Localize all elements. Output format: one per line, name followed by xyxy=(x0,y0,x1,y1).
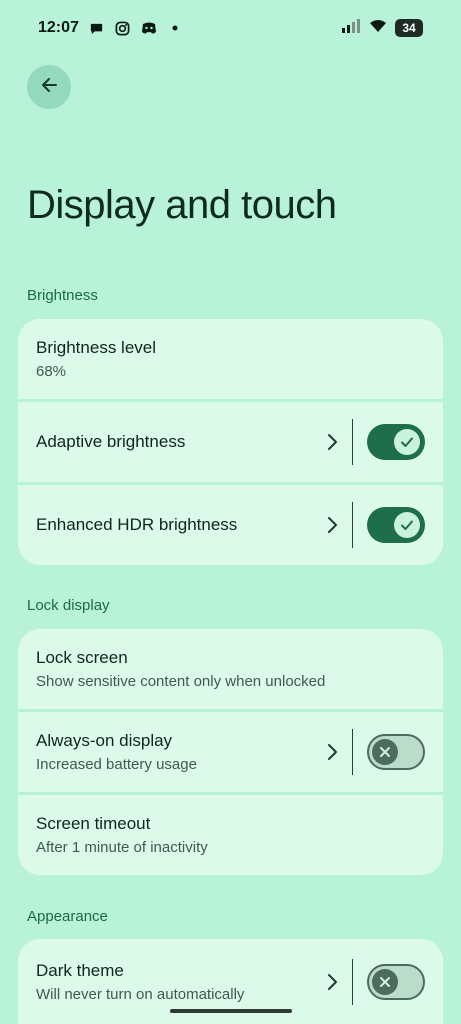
enhanced-hdr-brightness-toggle[interactable] xyxy=(367,507,425,543)
status-time: 12:07 xyxy=(38,19,79,36)
back-button[interactable] xyxy=(27,65,71,109)
dark-theme-toggle[interactable] xyxy=(367,963,425,1000)
section-header-lock-display: Lock display xyxy=(27,597,110,614)
dark-theme-subtitle: Will never turn on automatically xyxy=(36,985,245,1003)
signal-icon xyxy=(341,18,361,38)
status-right: 34 xyxy=(341,18,423,38)
screen-timeout-title: Screen timeout xyxy=(36,814,151,833)
enhanced-hdr-brightness-title: Enhanced HDR brightness xyxy=(36,515,238,534)
section-header-appearance: Appearance xyxy=(27,908,108,925)
lock-display-card: Lock screen Show sensitive content only … xyxy=(18,629,443,875)
arrow-back-icon xyxy=(39,75,59,100)
battery-indicator: 34 xyxy=(395,19,423,37)
brightness-level-value: 68% xyxy=(36,363,67,380)
divider xyxy=(351,419,353,465)
discord-icon xyxy=(141,20,157,36)
close-icon xyxy=(372,739,398,765)
lock-screen-title: Lock screen xyxy=(36,648,128,667)
brightness-level-item[interactable]: Brightness level 68% xyxy=(18,319,443,399)
instagram-icon xyxy=(115,20,131,36)
chevron-right-icon[interactable] xyxy=(322,972,342,992)
screen-timeout-subtitle: After 1 minute of inactivity xyxy=(36,839,208,856)
status-left: 12:07 xyxy=(38,19,183,37)
divider xyxy=(351,502,353,548)
page-title: Display and touch xyxy=(27,183,337,227)
always-on-display-toggle[interactable] xyxy=(367,734,425,770)
chevron-right-icon[interactable] xyxy=(322,432,342,452)
check-icon xyxy=(394,429,420,455)
brightness-level-title: Brightness level xyxy=(36,338,157,357)
always-on-display-item[interactable]: Always-on display Increased battery usag… xyxy=(18,712,443,792)
divider xyxy=(351,958,353,1005)
lock-screen-item[interactable]: Lock screen Show sensitive content only … xyxy=(18,629,443,709)
home-indicator[interactable] xyxy=(170,1009,292,1013)
section-header-brightness: Brightness xyxy=(27,287,98,304)
screen-timeout-item[interactable]: Screen timeout After 1 minute of inactiv… xyxy=(18,795,443,875)
chevron-right-icon[interactable] xyxy=(322,515,342,535)
close-icon xyxy=(372,968,398,995)
chat-bubble-icon xyxy=(89,20,105,36)
adaptive-brightness-toggle[interactable] xyxy=(367,424,425,460)
status-bar: 12:07 34 xyxy=(0,0,461,56)
divider xyxy=(351,729,353,775)
check-icon xyxy=(394,512,420,538)
chevron-right-icon[interactable] xyxy=(322,742,342,762)
more-dot-icon xyxy=(167,20,183,36)
adaptive-brightness-title: Adaptive brightness xyxy=(36,432,186,451)
lock-screen-subtitle: Show sensitive content only when unlocke… xyxy=(36,673,326,690)
always-on-display-subtitle: Increased battery usage xyxy=(36,756,197,773)
always-on-display-title: Always-on display xyxy=(36,731,173,750)
dark-theme-title: Dark theme xyxy=(36,960,124,980)
enhanced-hdr-brightness-item[interactable]: Enhanced HDR brightness xyxy=(18,485,443,565)
wifi-icon xyxy=(369,19,387,38)
brightness-card: Brightness level 68% Adaptive brightness… xyxy=(18,319,443,565)
adaptive-brightness-item[interactable]: Adaptive brightness xyxy=(18,402,443,482)
